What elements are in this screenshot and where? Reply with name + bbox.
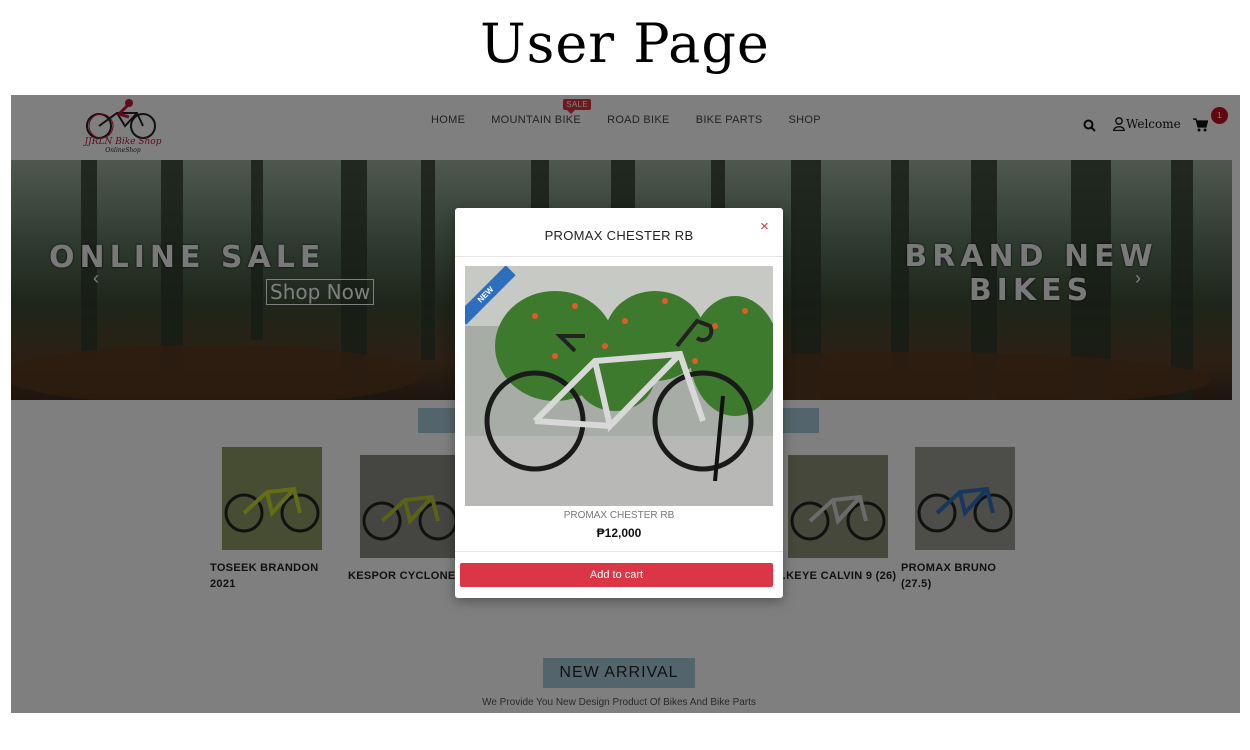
modal-divider <box>455 256 783 257</box>
page-heading: User Page <box>480 12 770 75</box>
add-to-cart-button[interactable]: Add to cart <box>460 563 773 587</box>
road-bike-photo <box>465 266 773 506</box>
modal-title: PROMAX CHESTER RB <box>544 228 694 243</box>
product-name: PROMAX CHESTER RB <box>563 510 675 521</box>
product-image: NEW <box>465 266 773 506</box>
browser-viewport: JJRLN Bike Shop OnlineShop HOME MOUNTAIN… <box>11 95 1240 713</box>
product-modal: PROMAX CHESTER RB × NEW PROMAX CHESTER R… <box>455 208 783 598</box>
product-price: ₱12,000 <box>596 526 642 540</box>
close-icon[interactable]: × <box>760 218 769 235</box>
modal-divider <box>455 551 783 552</box>
